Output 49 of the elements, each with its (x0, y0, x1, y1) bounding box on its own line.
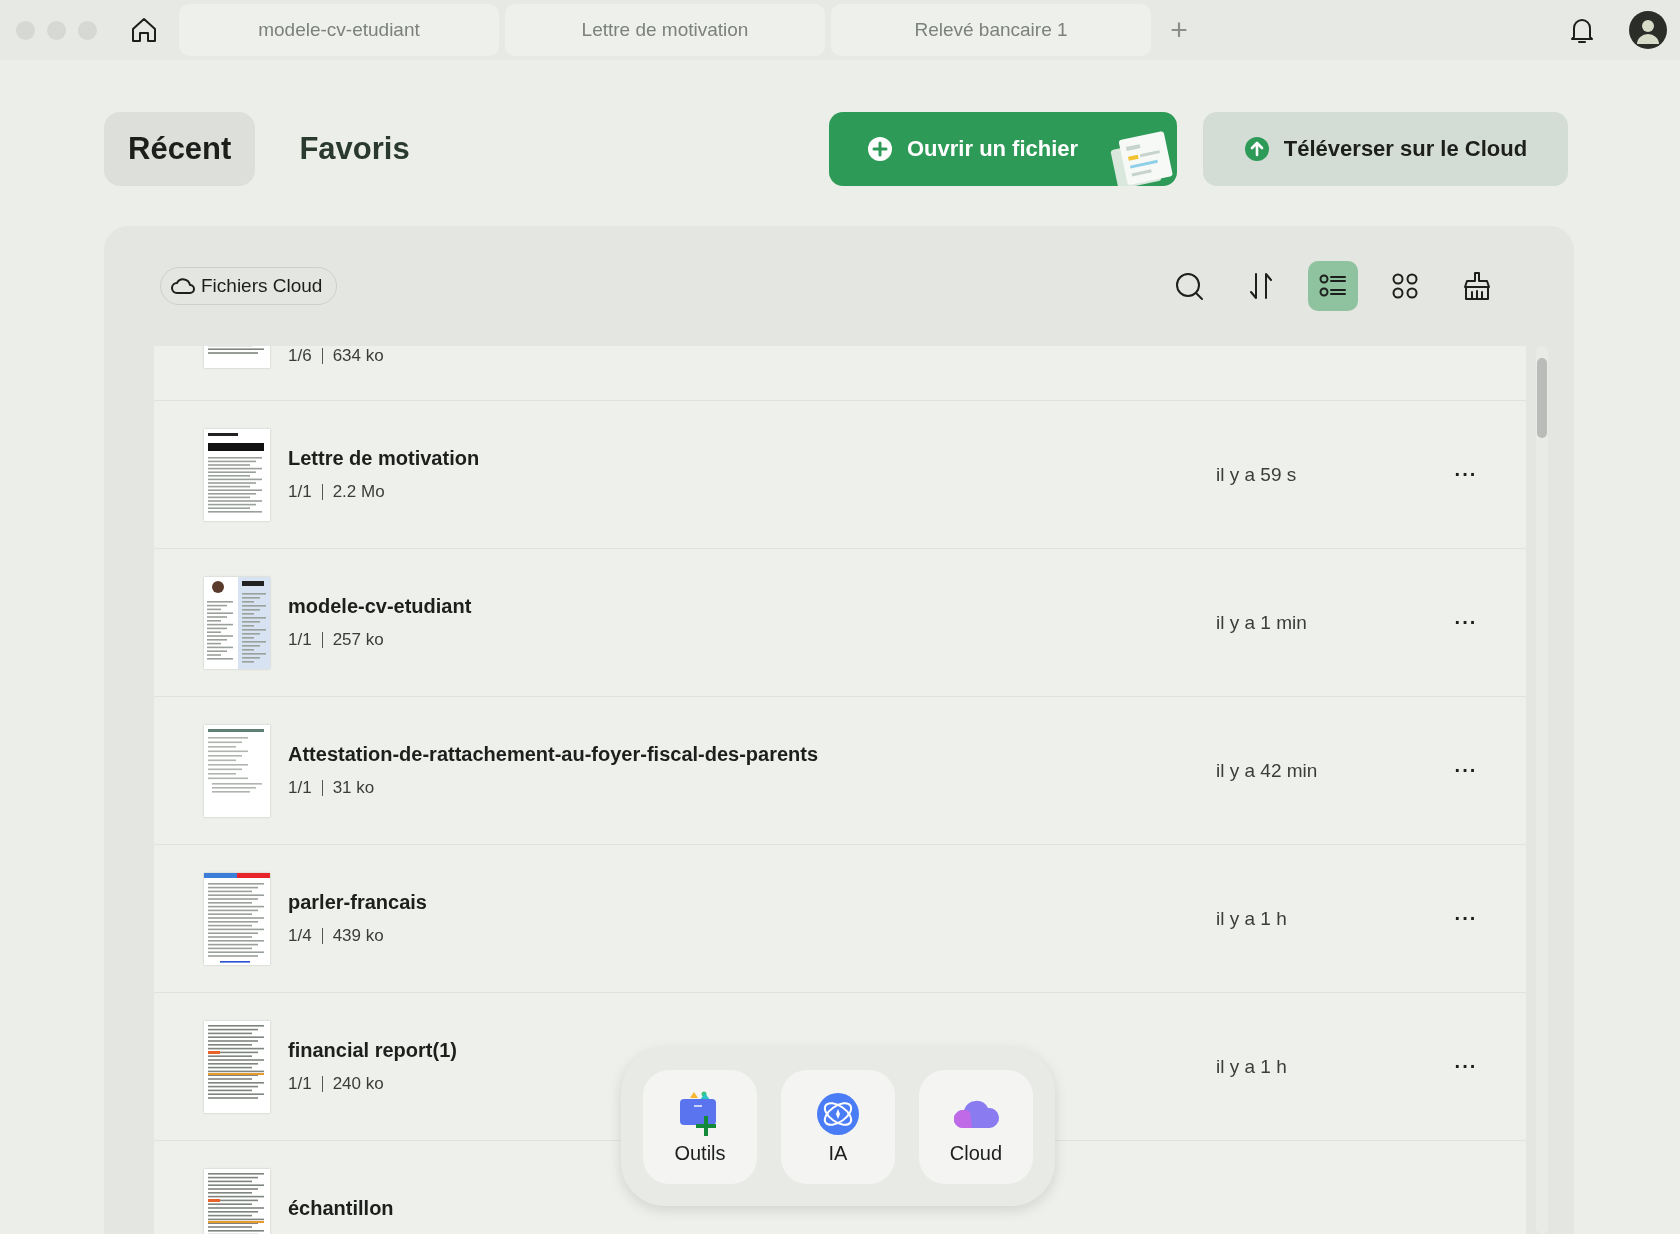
dock-button[interactable]: Outils (643, 1070, 757, 1184)
open-file-button[interactable]: Ouvrir un fichier (829, 112, 1177, 186)
file-name[interactable]: Attestation-de-rattachement-au-foyer-fiscal-des-parents (288, 743, 819, 766)
file-size: 257 ko (332, 630, 384, 650)
tab[interactable]: Favoris (275, 112, 434, 186)
page-count: 1/1 (288, 630, 312, 650)
upload-icon (1243, 136, 1270, 162)
file-size: 240 ko (332, 1074, 384, 1094)
document-thumbnail (204, 1168, 270, 1234)
page-count: 1/6 (288, 346, 312, 366)
more-button[interactable]: ··· (1446, 1055, 1486, 1078)
page-count: 1/1 (288, 482, 312, 502)
document-tab[interactable]: Relevé bancaire 1 (831, 4, 1151, 56)
upload-button[interactable]: Téléverser sur le Cloud (1203, 112, 1568, 186)
more-button[interactable]: ··· (1446, 611, 1486, 634)
modified-time: il y a 59 s (1216, 463, 1298, 486)
scrollbar[interactable] (1536, 346, 1548, 1234)
more-button[interactable]: ··· (1446, 907, 1486, 930)
file-size: 31 ko (332, 778, 375, 798)
view-toggle[interactable] (1308, 261, 1358, 311)
modified-time: il y a 1 h (1216, 907, 1288, 930)
page-count: 1/4 (288, 926, 312, 946)
file-name[interactable]: échantillon (288, 1197, 394, 1220)
cloud-icon (171, 276, 195, 296)
document-tab[interactable]: modele-cv-etudiant (179, 4, 499, 56)
page-count: 1/1 (288, 778, 312, 798)
brush-icon (1461, 270, 1493, 302)
file-name[interactable]: Lettre de motivation (288, 447, 480, 470)
dock-button[interactable]: Cloud (919, 1070, 1033, 1184)
page-count: 1/1 (288, 1074, 312, 1094)
file-name[interactable]: parler-francais (288, 891, 427, 914)
file-size: 439 ko (332, 926, 384, 946)
more-button[interactable]: ··· (1446, 759, 1486, 782)
avatar (1628, 10, 1668, 50)
file-size: 2.2 Mo (332, 482, 385, 502)
more-button[interactable]: ··· (1446, 463, 1486, 486)
search-icon (1173, 270, 1205, 302)
document-tab[interactable]: Lettre de motivation (505, 4, 825, 56)
dock-button[interactable]: IA (781, 1070, 895, 1184)
modified-time: il y a 1 min (1216, 611, 1308, 634)
file-name[interactable]: financial report(1) (288, 1039, 457, 1062)
file-size: 634 ko (332, 346, 384, 366)
plus-circle-icon (867, 136, 893, 162)
modified-time: il y a 1 h (1216, 1055, 1288, 1078)
scroll-thumb[interactable] (1537, 358, 1547, 438)
home-icon (129, 15, 159, 45)
tab[interactable]: Récent (104, 112, 256, 186)
modified-time: il y a 42 min (1216, 759, 1319, 782)
file-name[interactable]: modele-cv-etudiant (288, 595, 472, 618)
